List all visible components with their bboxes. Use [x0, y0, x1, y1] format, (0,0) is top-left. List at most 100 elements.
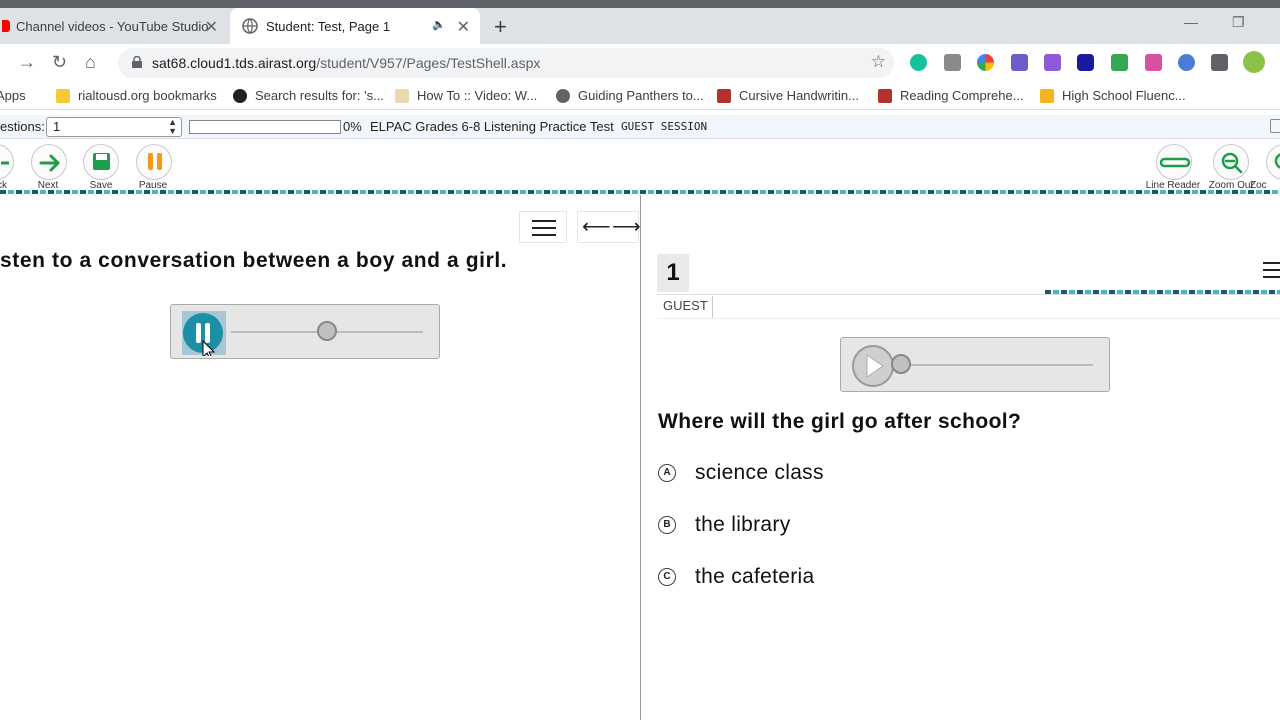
- bookmark-label: High School Fluenc...: [1062, 88, 1186, 103]
- user-label-separator: [712, 296, 713, 318]
- bookmark-item[interactable]: High School Fluenc...: [1040, 88, 1186, 103]
- extension-icon[interactable]: [1111, 54, 1128, 71]
- link-icon[interactable]: [1178, 54, 1195, 71]
- zoom-out-button[interactable]: [1213, 144, 1249, 180]
- puzzle-icon[interactable]: [1211, 54, 1228, 71]
- menu-line: [1263, 269, 1280, 271]
- pdf-extension-icon[interactable]: [1011, 54, 1028, 71]
- close-icon[interactable]: ✕: [457, 17, 470, 37]
- stimulus-prompt: sten to a conversation between a boy and…: [0, 249, 508, 272]
- globe-icon: [556, 88, 570, 103]
- site-icon: [1040, 88, 1054, 103]
- bookmark-label: Cursive Handwritin...: [739, 88, 859, 103]
- option-letter-bubble[interactable]: B: [658, 516, 676, 534]
- test-info-bar: estions: 1 ▲ ▼ 0% ELPAC Grades 6-8 Listen…: [0, 115, 1280, 139]
- select-arrows-icon: ▲ ▼: [168, 117, 177, 136]
- passage-menu-button[interactable]: [519, 211, 567, 243]
- extension-icon[interactable]: [1044, 54, 1061, 71]
- answer-option-a[interactable]: A science class: [658, 461, 823, 484]
- option-letter-bubble[interactable]: A: [658, 464, 676, 482]
- tab-title: Student: Test, Page 1: [266, 18, 391, 34]
- url-path: /student/V957/Pages/TestShell.aspx: [316, 55, 541, 71]
- toolbar-toggle[interactable]: [1270, 119, 1280, 133]
- url-host: sat68.cloud1.tds.airast.org: [152, 55, 317, 71]
- save-button[interactable]: [83, 144, 119, 180]
- progress-percent: 0%: [343, 119, 362, 134]
- option-letter-bubble[interactable]: C: [658, 568, 676, 586]
- bookmark-folder[interactable]: rialtousd.org bookmarks: [56, 88, 217, 103]
- window-top-strip: [0, 0, 1280, 8]
- audio-track[interactable]: [901, 364, 1093, 366]
- site-icon: [878, 88, 892, 103]
- test-name: ELPAC Grades 6-8 Listening Practice Test: [370, 119, 614, 134]
- audio-scrubber[interactable]: [891, 354, 911, 374]
- audio-scrubber[interactable]: [317, 321, 337, 341]
- question-select[interactable]: 1 ▲ ▼: [46, 117, 182, 137]
- home-icon[interactable]: ⌂: [85, 52, 96, 73]
- pause-icon: [148, 153, 162, 170]
- option-text: science class: [695, 461, 824, 484]
- tab-title: Channel videos - YouTube Studio: [16, 18, 209, 34]
- minimize-icon[interactable]: —: [1184, 14, 1198, 30]
- pane-divider[interactable]: [640, 195, 641, 720]
- extension-icon[interactable]: [944, 54, 961, 71]
- lock-icon: [132, 56, 142, 68]
- tab-youtube-studio[interactable]: Channel videos - YouTube Studio ✕: [0, 8, 228, 44]
- menu-line: [532, 220, 556, 222]
- close-icon[interactable]: ✕: [205, 17, 218, 37]
- extension-icon[interactable]: [1145, 54, 1162, 71]
- restore-icon[interactable]: ❐: [1232, 14, 1245, 31]
- bookmark-label: How To :: Video: W...: [417, 88, 538, 103]
- question-select-value: 1: [53, 119, 61, 134]
- bookmark-item[interactable]: How To :: Video: W...: [395, 88, 537, 103]
- menu-line: [1263, 262, 1280, 264]
- toolbar-divider: [0, 190, 1280, 194]
- globe-icon: [242, 18, 258, 34]
- reload-icon[interactable]: ↻: [52, 52, 67, 73]
- bookmark-label: rialtousd.org bookmarks: [78, 88, 217, 103]
- bookmark-label: Guiding Panthers to...: [578, 88, 704, 103]
- back-arrow-icon: [1, 161, 9, 165]
- menu-line: [532, 227, 556, 229]
- collapse-left-icon[interactable]: ⟵: [582, 214, 611, 239]
- address-bar[interactable]: sat68.cloud1.tds.airast.org/student/V957…: [118, 48, 894, 78]
- item-audio-player[interactable]: [840, 337, 1110, 392]
- answer-option-b[interactable]: B the library: [658, 513, 790, 536]
- tab-student-test[interactable]: Student: Test, Page 1 🔈 ✕: [230, 8, 480, 44]
- extension-icon[interactable]: [977, 54, 994, 71]
- youtube-icon: [2, 20, 10, 32]
- audio-play-icon[interactable]: [851, 343, 897, 389]
- question-stem: Where will the girl go after school?: [658, 410, 1022, 433]
- bookmark-item[interactable]: Search results for: 's...: [233, 88, 384, 103]
- speaker-icon[interactable]: 🔈: [432, 18, 446, 31]
- forward-icon[interactable]: →: [18, 52, 36, 73]
- tab-bar: Channel videos - YouTube Studio ✕ Studen…: [0, 8, 1280, 44]
- user-label: GUEST: [663, 298, 708, 313]
- bookmark-apps[interactable]: Apps: [0, 88, 26, 103]
- pause-button[interactable]: [136, 144, 172, 180]
- bookmark-item[interactable]: Reading Comprehe...: [878, 88, 1024, 103]
- new-tab-icon[interactable]: +: [494, 14, 507, 40]
- back-button[interactable]: [0, 144, 14, 180]
- line-reader-button[interactable]: [1156, 144, 1192, 180]
- line-reader-icon: [1159, 157, 1191, 168]
- bookmark-item[interactable]: Cursive Handwritin...: [717, 88, 859, 103]
- expand-pane-buttons[interactable]: ⟵ ⟶: [577, 211, 641, 243]
- bookmark-label: Reading Comprehe...: [900, 88, 1024, 103]
- avatar[interactable]: [1243, 51, 1265, 73]
- zoom-out-icon: [1221, 152, 1243, 174]
- bookmark-star-icon[interactable]: ☆: [871, 52, 886, 72]
- grammarly-extension-icon[interactable]: [910, 54, 927, 71]
- bookmark-item[interactable]: Guiding Panthers to...: [556, 88, 704, 103]
- zoom-in-button[interactable]: [1266, 144, 1280, 180]
- next-button[interactable]: [31, 144, 67, 180]
- extension-icon[interactable]: [1077, 54, 1094, 71]
- answer-option-c[interactable]: C the cafeteria: [658, 565, 814, 588]
- next-arrow-icon: [39, 154, 60, 172]
- site-icon: [233, 88, 247, 103]
- audio-pause-icon[interactable]: [181, 310, 227, 356]
- url-text: sat68.cloud1.tds.airast.org/student/V957…: [152, 55, 540, 71]
- item-menu-button[interactable]: [1263, 262, 1280, 278]
- stimulus-audio-player[interactable]: [170, 304, 440, 359]
- expand-right-icon[interactable]: ⟶: [612, 214, 641, 239]
